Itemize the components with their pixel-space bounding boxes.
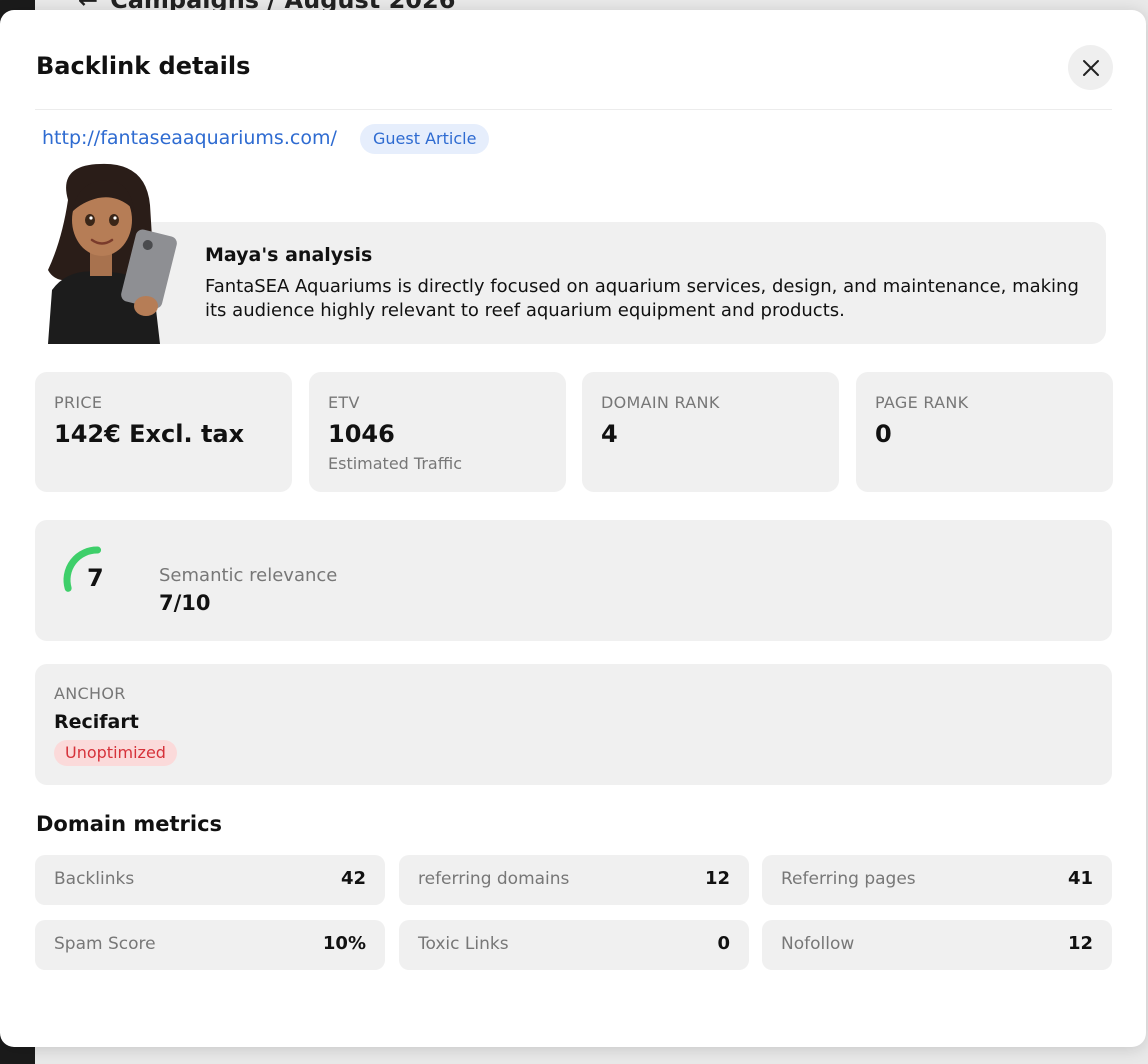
stat-label: PAGE RANK	[875, 393, 969, 412]
stat-label: DOMAIN RANK	[601, 393, 720, 412]
metric-value: 12	[704, 868, 730, 889]
stat-value: 1046	[328, 420, 395, 448]
metric-label: Nofollow	[781, 934, 855, 954]
metric-label: Spam Score	[54, 934, 156, 954]
metric-backlinks: Backlinks 42	[35, 855, 385, 905]
gauge-score: 7	[87, 564, 104, 592]
stat-label: ETV	[328, 393, 360, 412]
metric-value: 12	[1067, 933, 1093, 954]
metric-value: 42	[340, 868, 366, 889]
metric-label: Backlinks	[54, 869, 135, 889]
modal-title: Backlink details	[36, 52, 251, 80]
metric-referring-domains: referring domains 12	[399, 855, 749, 905]
domain-metrics-title: Domain metrics	[36, 812, 223, 836]
stat-label: PRICE	[54, 393, 103, 412]
metric-nofollow: Nofollow 12	[762, 920, 1112, 970]
metric-referring-pages: Referring pages 41	[762, 855, 1112, 905]
stat-value: 0	[875, 420, 892, 448]
metric-value: 0	[717, 933, 730, 954]
stat-card-etv: ETV 1046 Estimated Traffic	[309, 372, 566, 492]
stat-card-page-rank: PAGE RANK 0	[856, 372, 1113, 492]
backlink-url-link[interactable]: http://fantaseaaquariums.com/	[42, 127, 337, 149]
analysis-text: FantaSEA Aquariums is directly focused o…	[205, 276, 1079, 321]
anchor-status-badge: Unoptimized	[54, 740, 177, 766]
maya-avatar	[48, 163, 177, 344]
stat-value: 142€ Excl. tax	[54, 420, 245, 448]
close-icon	[1082, 59, 1099, 76]
semantic-label: Semantic relevance	[159, 565, 338, 586]
analysis-box: Maya's analysis FantaSEA Aquariums is di…	[128, 222, 1106, 344]
metric-value: 10%	[322, 933, 366, 954]
header-divider	[35, 109, 1112, 110]
stat-card-domain-rank: DOMAIN RANK 4	[582, 372, 839, 492]
metric-spam-score: Spam Score 10%	[35, 920, 385, 970]
article-type-badge: Guest Article	[360, 124, 490, 154]
stat-sublabel: Estimated Traffic	[328, 454, 462, 473]
anchor-card: ANCHOR Recifart Unoptimized	[35, 664, 1112, 785]
anchor-value: Recifart	[54, 711, 139, 733]
semantic-relevance-card: 7 Semantic relevance 7/10	[35, 520, 1112, 641]
metric-value: 41	[1067, 868, 1093, 889]
metric-label: Referring pages	[781, 869, 916, 889]
close-button[interactable]	[1068, 45, 1113, 90]
semantic-value: 7/10	[159, 591, 211, 615]
metric-label: referring domains	[418, 869, 570, 889]
backlink-details-modal: Backlink details http://fantaseaaquarium…	[0, 10, 1146, 1047]
stat-value: 4	[601, 420, 618, 448]
stat-card-price: PRICE 142€ Excl. tax	[35, 372, 292, 492]
anchor-label: ANCHOR	[54, 684, 126, 703]
metric-label: Toxic Links	[418, 934, 509, 954]
metric-toxic-links: Toxic Links 0	[399, 920, 749, 970]
analysis-heading: Maya's analysis	[205, 244, 373, 266]
